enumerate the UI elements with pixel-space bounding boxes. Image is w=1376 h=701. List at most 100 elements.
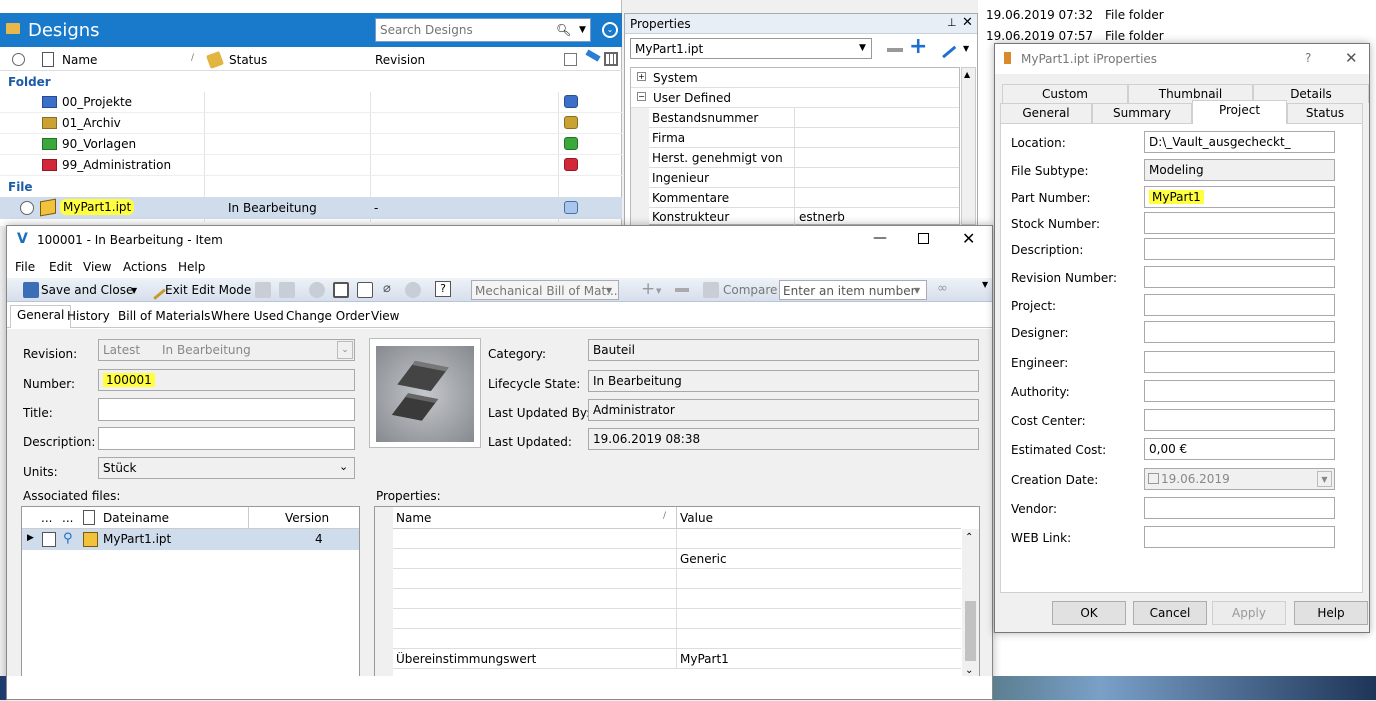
- column-name[interactable]: Name: [396, 511, 431, 525]
- add-icon[interactable]: +: [641, 279, 655, 299]
- edit-icon[interactable]: [933, 35, 957, 59]
- minimize-icon[interactable]: —: [873, 230, 887, 246]
- tab-where-used[interactable]: Where Used: [205, 307, 290, 325]
- column-status[interactable]: Status: [229, 53, 267, 67]
- table-row[interactable]: [393, 569, 961, 589]
- table-row[interactable]: [393, 609, 961, 629]
- refresh-icon[interactable]: [309, 282, 325, 298]
- tab-view[interactable]: View: [365, 307, 405, 325]
- designer-field[interactable]: [1144, 321, 1335, 343]
- chevron-down-icon[interactable]: ▼: [859, 43, 866, 53]
- expand-icon[interactable]: +: [637, 72, 646, 81]
- expand-icon[interactable]: ▶: [27, 533, 34, 543]
- table-row[interactable]: Generic: [393, 549, 961, 569]
- chevron-down-icon[interactable]: ▼: [579, 25, 586, 35]
- chevron-down-icon[interactable]: ▼: [656, 287, 661, 295]
- scroll-thumb[interactable]: [965, 601, 976, 661]
- tab-history[interactable]: History: [61, 307, 116, 325]
- list-item[interactable]: 01_Archiv: [0, 113, 622, 134]
- menu-file[interactable]: File: [15, 260, 35, 274]
- engineer-field[interactable]: [1144, 351, 1335, 373]
- close-icon[interactable]: ✕: [962, 15, 973, 30]
- table-row[interactable]: [393, 529, 961, 549]
- list-item[interactable]: 99_Administration: [0, 155, 622, 176]
- tab-summary[interactable]: Summary: [1092, 103, 1192, 123]
- apply-button[interactable]: Apply: [1212, 601, 1286, 625]
- part-number-field[interactable]: MyPart1: [1144, 186, 1335, 208]
- menu-edit[interactable]: Edit: [49, 260, 72, 274]
- maximize-icon[interactable]: [918, 233, 929, 244]
- add-icon[interactable]: +: [909, 36, 927, 58]
- column-name[interactable]: Name: [62, 53, 97, 67]
- search-icon[interactable]: 🔍︎: [556, 23, 571, 37]
- radio-icon[interactable]: [20, 201, 34, 215]
- chevron-down-icon[interactable]: ⌄: [337, 341, 353, 359]
- project-field[interactable]: [1144, 294, 1335, 316]
- menu-help[interactable]: Help: [178, 260, 205, 274]
- number-field[interactable]: 100001: [98, 369, 355, 391]
- table-row[interactable]: ▶ ⚲ MyPart1.ipt 4: [22, 529, 359, 550]
- copy-icon[interactable]: [255, 282, 271, 298]
- property-row[interactable]: Firma: [649, 128, 959, 148]
- estimated-cost-field[interactable]: 0,00 €: [1144, 438, 1335, 460]
- print-icon[interactable]: [333, 282, 349, 298]
- revision-field[interactable]: Latest In Bearbeitung ⌄: [98, 339, 355, 361]
- collapse-icon[interactable]: −: [637, 92, 646, 101]
- help-button[interactable]: Help: [1294, 601, 1368, 625]
- tab-general[interactable]: General: [1000, 103, 1092, 123]
- tab-custom[interactable]: Custom: [1002, 84, 1128, 103]
- column-revision[interactable]: Revision: [375, 53, 425, 67]
- paste-icon[interactable]: [279, 282, 295, 298]
- tab-status[interactable]: Status: [1287, 103, 1363, 123]
- checkbox-icon[interactable]: [1148, 473, 1159, 484]
- overflow-icon[interactable]: ▼: [982, 280, 988, 289]
- description-field[interactable]: [1144, 238, 1335, 260]
- scroll-up-icon[interactable]: ⌃: [965, 532, 973, 543]
- chevron-down-icon[interactable]: ▼: [963, 44, 969, 53]
- close-icon[interactable]: ✕: [1345, 49, 1358, 67]
- vendor-field[interactable]: [1144, 497, 1335, 519]
- bom-select[interactable]: Mechanical Bill of Mat... ▼: [471, 280, 619, 300]
- menu-view[interactable]: View: [83, 260, 111, 274]
- chevron-down-icon[interactable]: ▼: [914, 286, 920, 295]
- table-row[interactable]: MyPart1.ipt In Bearbeitung -: [0, 197, 622, 219]
- chevron-down-icon[interactable]: ▼: [1317, 471, 1332, 487]
- property-row[interactable]: Herst. genehmigt von: [649, 148, 959, 168]
- help-icon[interactable]: ?: [435, 281, 451, 297]
- tab-change-order[interactable]: Change Order: [280, 307, 376, 325]
- stock-number-field[interactable]: [1144, 212, 1335, 234]
- expand-icon[interactable]: ⌄: [602, 22, 618, 38]
- column-dots[interactable]: ...: [41, 511, 52, 525]
- remove-icon[interactable]: [887, 48, 903, 52]
- group-folder[interactable]: Folder: [8, 75, 51, 89]
- property-row[interactable]: Konstrukteur estnerb: [649, 208, 959, 226]
- help-icon[interactable]: ?: [1305, 51, 1311, 65]
- item-number-input[interactable]: Enter an item number ▼: [779, 280, 927, 300]
- close-icon[interactable]: ✕: [962, 229, 975, 248]
- binoculars-icon[interactable]: ∞: [937, 281, 948, 296]
- property-row[interactable]: Kommentare: [649, 188, 959, 208]
- table-row[interactable]: Übereinstimmungswert MyPart1: [393, 649, 961, 669]
- tab-project[interactable]: Project: [1192, 100, 1287, 124]
- table-row[interactable]: [393, 589, 961, 609]
- chevron-down-icon[interactable]: ⌄: [339, 460, 348, 473]
- section-system[interactable]: + System: [631, 68, 959, 88]
- column-dots[interactable]: ...: [62, 511, 73, 525]
- cancel-button[interactable]: Cancel: [1133, 601, 1207, 625]
- section-user-defined[interactable]: − User Defined: [631, 88, 959, 108]
- property-row[interactable]: Ingenieur: [649, 168, 959, 188]
- cost-center-field[interactable]: [1144, 409, 1335, 431]
- property-row[interactable]: Bestandsnummer: [649, 108, 959, 128]
- scrollbar[interactable]: ⌃ ⌄: [962, 529, 979, 680]
- group-file[interactable]: File: [8, 180, 33, 194]
- web-link-field[interactable]: [1144, 526, 1335, 548]
- scrollbar[interactable]: ▲: [961, 67, 976, 225]
- pin-icon[interactable]: ⊥: [947, 16, 957, 29]
- save-close-button[interactable]: Save and Close: [41, 283, 133, 297]
- tab-bill-of-materials[interactable]: Bill of Materials: [112, 307, 216, 325]
- checkbox-icon[interactable]: [564, 53, 577, 66]
- compare-button[interactable]: Compare: [723, 283, 777, 297]
- scroll-down-icon[interactable]: ⌄: [965, 665, 973, 676]
- column-version[interactable]: Version: [285, 511, 329, 525]
- chevron-down-icon[interactable]: ▼: [606, 286, 612, 295]
